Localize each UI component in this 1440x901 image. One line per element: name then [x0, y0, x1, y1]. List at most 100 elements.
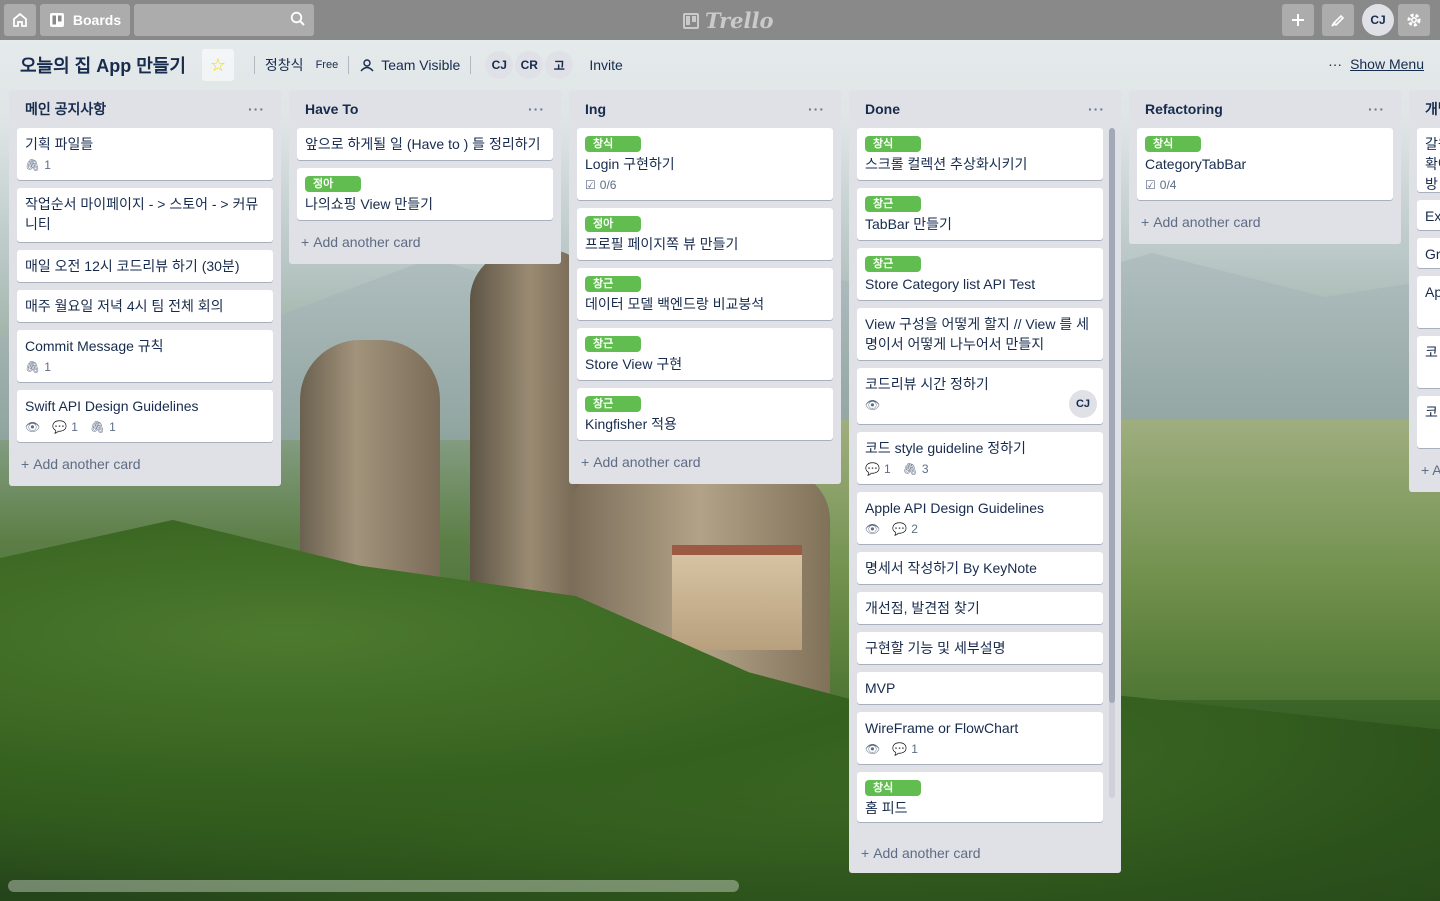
- card[interactable]: 창근 TabBar 만들기: [857, 188, 1103, 240]
- watch-badge: 👁: [865, 742, 880, 756]
- checklist-icon: ☑: [585, 178, 596, 192]
- card[interactable]: 매일 오전 12시 코드리뷰 하기 (30분): [17, 250, 273, 282]
- notifications-button[interactable]: [1322, 4, 1354, 36]
- invite-button[interactable]: Invite: [589, 57, 622, 73]
- attachment-badge: 🖇 3: [902, 462, 929, 476]
- card-member-avatar[interactable]: CJ: [1069, 390, 1097, 418]
- list-header[interactable]: 메인 공지사항 ···: [17, 90, 273, 128]
- card[interactable]: 작업순서 마이페이지 - > 스토어 - > 커뮤니티: [17, 188, 273, 242]
- paperclip-icon: 🖇: [25, 158, 41, 172]
- add-card-button[interactable]: + Add another card: [1137, 208, 1393, 236]
- create-button[interactable]: [1282, 4, 1314, 36]
- list-title[interactable]: Refactoring: [1145, 101, 1223, 117]
- card[interactable]: View 구성을 어떻게 할지 // View 를 세명이서 어떻게 나누어서 …: [857, 308, 1103, 360]
- show-menu-button[interactable]: ··· Show Menu: [1328, 56, 1424, 72]
- boards-button[interactable]: Boards: [40, 4, 130, 36]
- card[interactable]: 앞으로 하게될 일 (Have to ) 들 정리하기: [297, 128, 553, 160]
- list: 개발 갈원 확여 방 Ex Gr Ap 코 코 + A: [1409, 90, 1440, 492]
- trello-logo[interactable]: Trello: [683, 8, 774, 33]
- list-menu-icon[interactable]: ···: [1088, 101, 1105, 117]
- add-card-button[interactable]: + Add another card: [297, 228, 553, 256]
- list-header[interactable]: Have To ···: [297, 90, 553, 128]
- list-header[interactable]: Ing ···: [577, 90, 833, 128]
- show-menu-label: Show Menu: [1350, 56, 1424, 72]
- card[interactable]: 창근 데이터 모델 백엔드랑 비교붕석: [577, 268, 833, 320]
- card-title: Swift API Design Guidelines: [25, 398, 199, 414]
- card-label: 창근: [865, 256, 921, 272]
- add-card-button[interactable]: + Add another card: [17, 450, 273, 478]
- paperclip-icon: 🖇: [902, 462, 918, 476]
- card[interactable]: MVP: [857, 672, 1103, 704]
- card[interactable]: 창근 Store Category list API Test: [857, 248, 1103, 300]
- star-button[interactable]: ☆: [201, 49, 234, 81]
- list-title[interactable]: Have To: [305, 101, 358, 117]
- card[interactable]: 정아 나의쇼핑 View 만들기: [297, 168, 553, 220]
- card[interactable]: 창근 Kingfisher 적용: [577, 388, 833, 440]
- add-card-button[interactable]: + A: [1417, 456, 1440, 484]
- card-title: 갈원 확여 방: [1425, 136, 1440, 192]
- card[interactable]: Ex: [1417, 200, 1440, 230]
- card[interactable]: Ap: [1417, 276, 1440, 328]
- card-title: Ex: [1425, 208, 1440, 224]
- board-horizontal-scrollbar[interactable]: [8, 880, 739, 892]
- card[interactable]: Swift API Design Guidelines 👁 💬 1 🖇 1: [17, 390, 273, 442]
- card[interactable]: WireFrame or FlowChart 👁 💬 1: [857, 712, 1103, 764]
- list-header[interactable]: Done ···: [857, 90, 1105, 128]
- member-avatars: CJ CR 고: [485, 51, 574, 79]
- card[interactable]: Gr: [1417, 238, 1440, 268]
- card[interactable]: 코드 style guideline 정하기 💬 1 🖇 3: [857, 432, 1103, 484]
- search-input[interactable]: [134, 4, 314, 36]
- search-icon: [290, 11, 305, 26]
- eye-icon: 👁: [865, 742, 881, 756]
- list-header[interactable]: 개발: [1417, 90, 1440, 128]
- card[interactable]: 코: [1417, 336, 1440, 388]
- member-avatar[interactable]: CJ: [485, 51, 514, 79]
- card[interactable]: 코: [1417, 396, 1440, 448]
- list-header[interactable]: Refactoring ···: [1137, 90, 1393, 128]
- home-icon: [13, 12, 27, 27]
- card-title: 코: [1425, 344, 1438, 360]
- divider: [470, 56, 472, 74]
- card[interactable]: 창식 스크롤 컬렉션 추상화시키기: [857, 128, 1103, 180]
- add-card-button[interactable]: + Add another card: [857, 839, 1103, 867]
- card-label: 창식: [585, 136, 641, 152]
- board-title[interactable]: 오늘의 집 App 만들기: [20, 52, 186, 78]
- settings-button[interactable]: [1398, 4, 1430, 36]
- card[interactable]: Commit Message 규칙 🖇 1: [17, 330, 273, 382]
- gear-icon: [1407, 13, 1421, 27]
- card[interactable]: 창식 CategoryTabBar ☑ 0/4: [1137, 128, 1393, 200]
- card[interactable]: 개선점, 발견점 찾기: [857, 592, 1103, 624]
- card[interactable]: 정아 프로필 페이지쪽 뷰 만들기: [577, 208, 833, 260]
- user-avatar[interactable]: CJ: [1362, 4, 1394, 36]
- card[interactable]: 기획 파일들 🖇 1: [17, 128, 273, 180]
- card[interactable]: 갈원 확여 방: [1417, 128, 1440, 192]
- card[interactable]: 창근 Store View 구현: [577, 328, 833, 380]
- member-avatar[interactable]: CR: [515, 51, 544, 79]
- card[interactable]: 명세서 작성하기 By KeyNote: [857, 552, 1103, 584]
- list-title[interactable]: 메인 공지사항: [25, 99, 106, 119]
- card-title: 기획 파일들: [25, 136, 94, 152]
- card[interactable]: Apple API Design Guidelines 👁 💬 2: [857, 492, 1103, 544]
- list-title[interactable]: Ing: [585, 101, 606, 117]
- visibility-label: Team Visible: [381, 57, 461, 73]
- team-name[interactable]: 정창식: [265, 55, 304, 75]
- list-scrollbar-thumb[interactable]: [1109, 128, 1115, 703]
- card[interactable]: 창식 홈 피드: [857, 772, 1103, 822]
- card[interactable]: 매주 월요일 저녁 4시 팀 전체 회의: [17, 290, 273, 322]
- home-button[interactable]: [4, 4, 36, 36]
- add-card-button[interactable]: + Add another card: [577, 448, 833, 476]
- card-title: 나의쇼핑 View 만들기: [305, 196, 434, 212]
- list-title[interactable]: Done: [865, 101, 900, 117]
- list-menu-icon[interactable]: ···: [808, 101, 825, 117]
- eye-icon: 👁: [25, 420, 41, 434]
- list-title[interactable]: 개발: [1425, 99, 1440, 119]
- list-menu-icon[interactable]: ···: [528, 101, 545, 117]
- comment-icon: 💬: [892, 522, 908, 536]
- card[interactable]: 코드리뷰 시간 정하기 👁 CJ: [857, 368, 1103, 424]
- card[interactable]: 창식 Login 구현하기 ☑ 0/6: [577, 128, 833, 200]
- member-avatar[interactable]: 고: [545, 51, 574, 79]
- list-menu-icon[interactable]: ···: [248, 101, 265, 117]
- visibility-button[interactable]: Team Visible: [359, 57, 460, 73]
- card[interactable]: 구현할 기능 및 세부설명: [857, 632, 1103, 664]
- list-menu-icon[interactable]: ···: [1368, 101, 1385, 117]
